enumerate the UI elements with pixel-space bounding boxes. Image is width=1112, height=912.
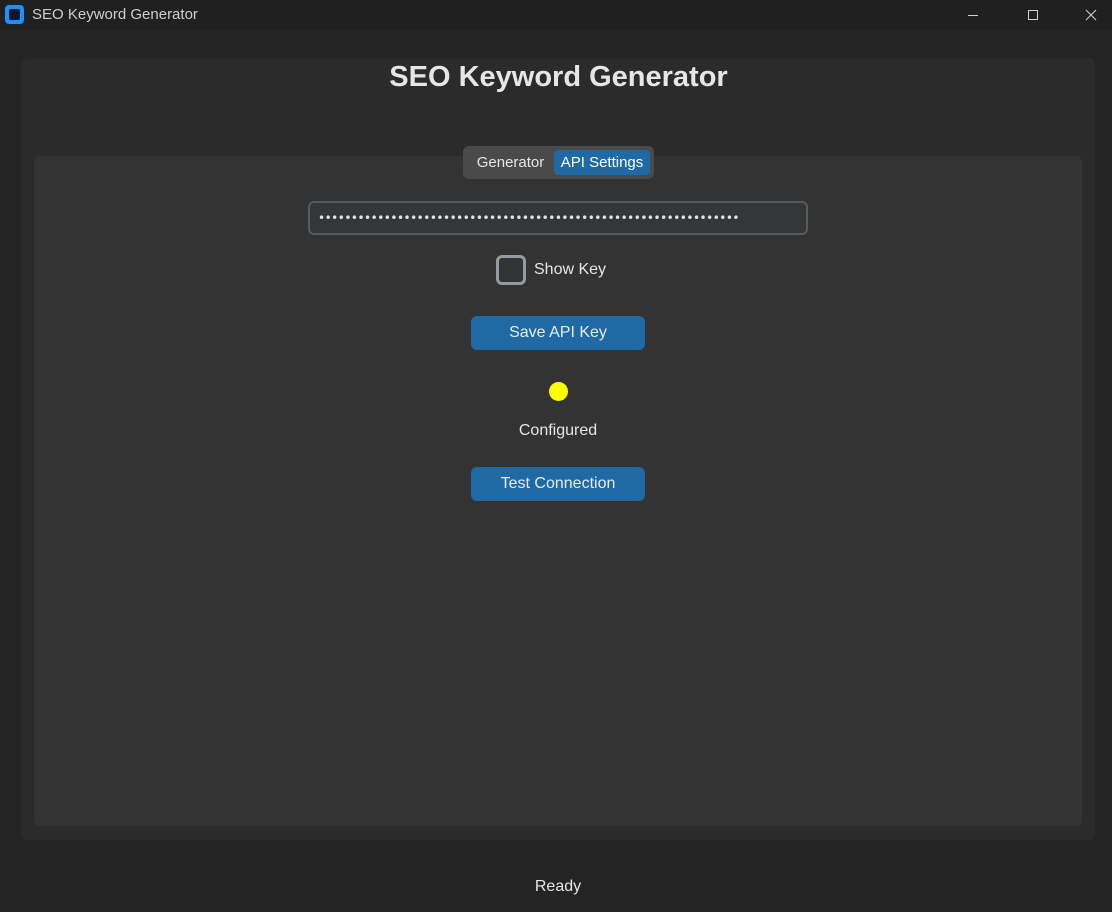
tab-api-settings[interactable]: API Settings (554, 150, 650, 175)
status-indicator-dot (549, 382, 568, 401)
tab-bar: Generator API Settings (463, 146, 654, 179)
show-key-checkbox[interactable] (496, 255, 526, 285)
status-bar-text: Ready (534, 878, 582, 895)
maximize-icon (1028, 10, 1038, 20)
page-title: SEO Keyword Generator (389, 61, 728, 93)
close-button[interactable] (1068, 0, 1112, 30)
close-icon (1085, 9, 1097, 21)
window-title: SEO Keyword Generator (32, 6, 198, 23)
status-label: Configured (518, 422, 598, 439)
show-key-label[interactable]: Show Key (534, 260, 606, 280)
tab-generator[interactable]: Generator (467, 150, 554, 175)
app-icon (5, 5, 24, 24)
test-connection-button[interactable]: Test Connection (471, 467, 645, 501)
maximize-button[interactable] (1010, 0, 1056, 30)
app-window: SEO Keyword Generator SEO Keyword Genera… (0, 0, 1112, 912)
title-bar: SEO Keyword Generator (0, 0, 1112, 30)
save-api-key-button[interactable]: Save API Key (471, 316, 645, 350)
minimize-button[interactable] (950, 0, 996, 30)
minimize-icon (968, 15, 978, 16)
api-key-input[interactable]: ••••••••••••••••••••••••••••••••••••••••… (308, 201, 808, 235)
